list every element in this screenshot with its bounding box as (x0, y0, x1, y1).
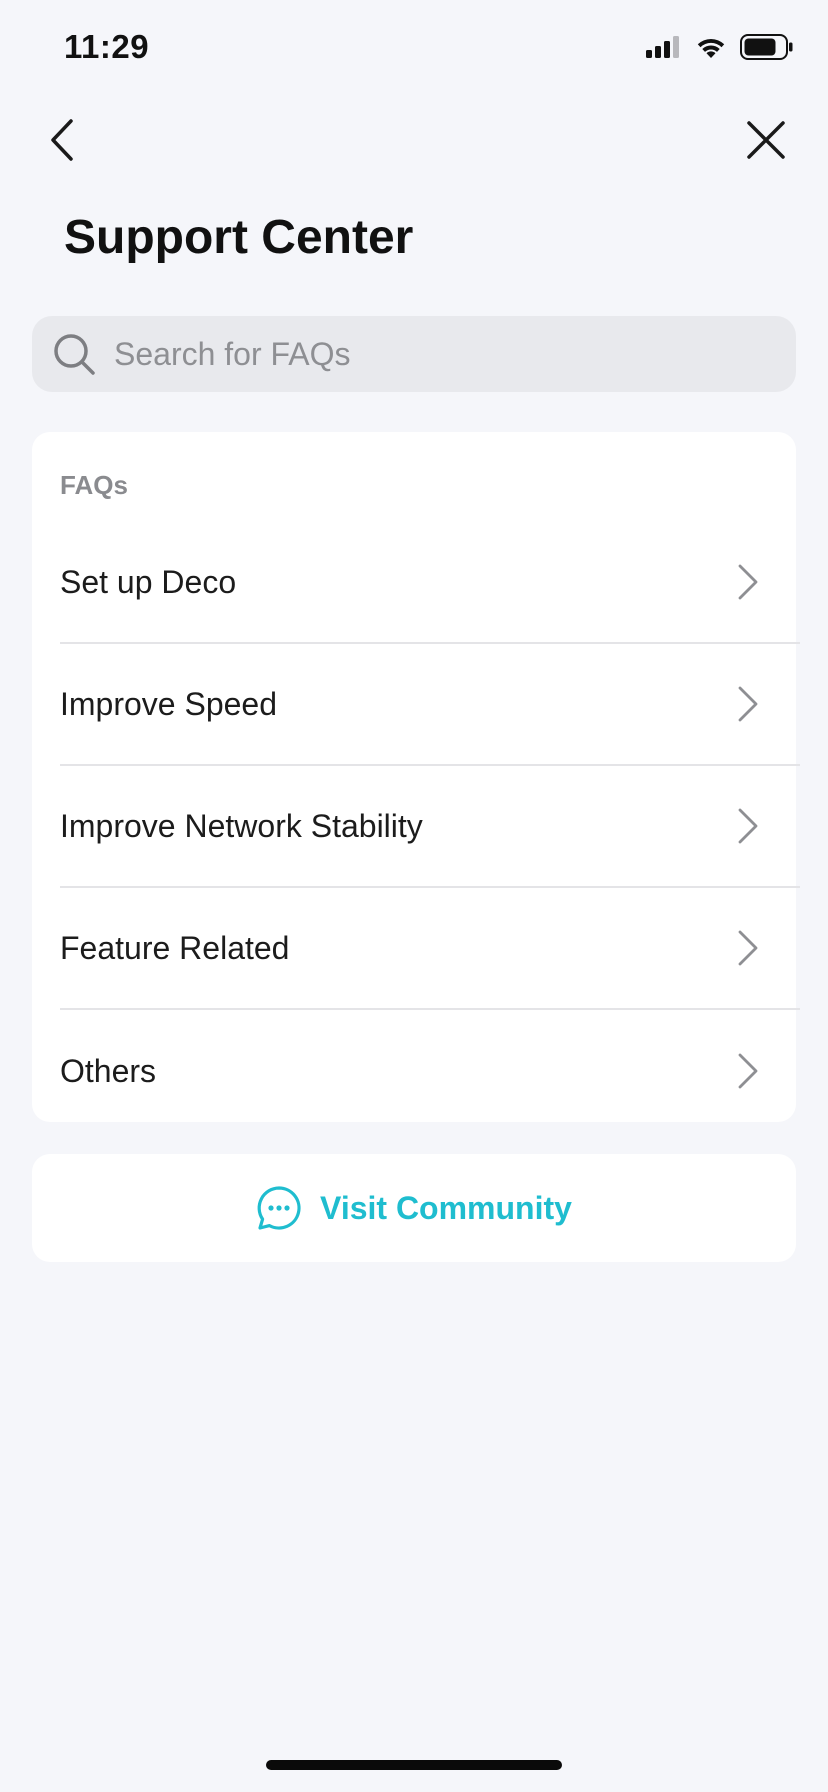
visit-community-button[interactable]: Visit Community (32, 1154, 796, 1262)
search-icon (54, 334, 95, 375)
chevron-right-icon (738, 564, 758, 600)
faq-item-label: Improve Speed (60, 685, 278, 722)
faq-item-label: Feature Related (60, 929, 290, 966)
faq-item-feature-related[interactable]: Feature Related (60, 888, 800, 1010)
chevron-right-icon (738, 930, 758, 966)
chevron-right-icon (738, 686, 758, 722)
faq-item-improve-network-stability[interactable]: Improve Network Stability (60, 766, 800, 888)
faq-card: FAQs Set up Deco Improve Speed Improve N… (32, 432, 800, 1122)
status-time: 11:29 (64, 28, 150, 65)
close-button[interactable] (738, 112, 794, 168)
visit-community-label: Visit Community (320, 1189, 572, 1226)
battery-icon (740, 34, 793, 60)
faq-item-label: Set up Deco (60, 563, 237, 600)
support-center-screen: 11:29 Support Center Search for FAQs FAQ… (0, 0, 828, 1792)
cellular-signal-icon (646, 36, 679, 58)
faq-item-improve-speed[interactable]: Improve Speed (60, 644, 800, 766)
chat-bubble-icon (257, 1186, 301, 1230)
back-button[interactable] (34, 112, 90, 168)
faq-item-others[interactable]: Others (60, 1010, 800, 1132)
faq-item-label: Improve Network Stability (60, 807, 423, 844)
chevron-right-icon (738, 1053, 758, 1089)
search-bar[interactable] (32, 316, 796, 392)
search-input[interactable] (114, 335, 754, 373)
home-indicator[interactable] (266, 1760, 562, 1770)
page-title: Support Center (64, 211, 414, 264)
wifi-icon (697, 38, 725, 58)
faq-item-label: Others (60, 1052, 157, 1089)
chevron-right-icon (738, 808, 758, 844)
faq-item-set-up-deco[interactable]: Set up Deco (60, 522, 800, 644)
chevron-left-icon (51, 119, 73, 161)
status-icons (646, 34, 794, 60)
close-icon (747, 121, 785, 159)
faq-section-header: FAQs (60, 470, 128, 500)
faq-list: Set up Deco Improve Speed Improve Networ… (60, 522, 800, 1132)
